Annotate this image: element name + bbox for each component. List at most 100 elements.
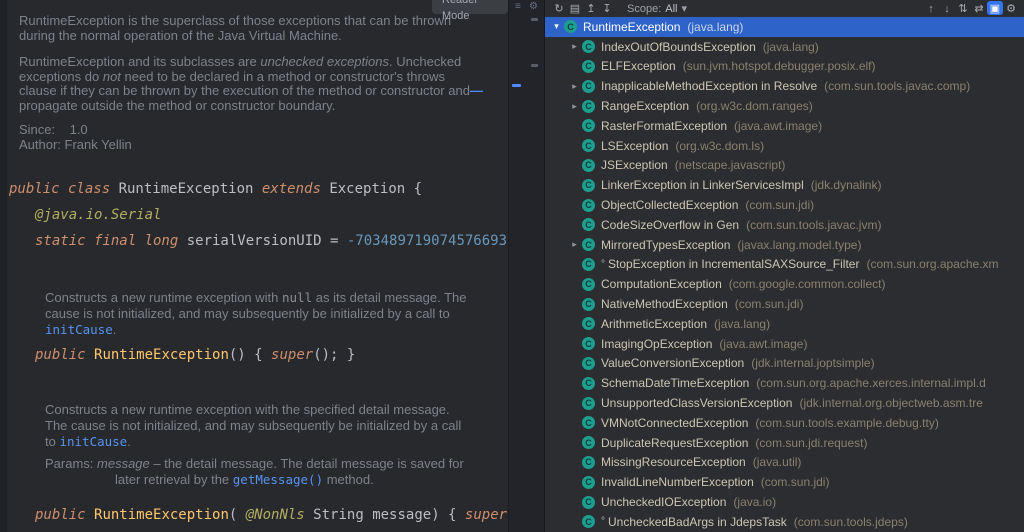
tree-row[interactable]: ▸CRangeException(org.w3c.dom.ranges) (545, 96, 1024, 116)
class-icon: C (582, 258, 595, 271)
tree-row[interactable]: ▸CInapplicableMethodException in Resolve… (545, 76, 1024, 96)
comment-line[interactable]: to initCause. (7, 434, 508, 450)
class-hierarchy-icon[interactable]: ▤ (567, 2, 583, 16)
code-line[interactable]: @java.io.Serial (7, 202, 508, 228)
code-line[interactable]: public class RuntimeException extends Ex… (7, 176, 508, 202)
settings-icon[interactable]: ⚙ (1003, 1, 1019, 15)
tree-row[interactable]: C°UncheckedBadArgs in JdepsTask(com.sun.… (545, 512, 1024, 532)
class-package: (com.sun.tools.javac.jvm) (746, 218, 881, 232)
tree-row[interactable]: CMissingResourceException(java.util) (545, 453, 1024, 473)
doc-link[interactable]: initCause (45, 322, 113, 337)
next-occurrence-icon[interactable]: ↓ (939, 2, 955, 16)
tree-row[interactable]: CVMNotConnectedException(com.sun.tools.e… (545, 413, 1024, 433)
class-icon: C (582, 238, 595, 251)
comment-line[interactable]: initCause. (7, 322, 508, 338)
code-segment: as its detail message. The (312, 290, 466, 305)
reader-mode-chip[interactable]: Reader Mode (432, 0, 508, 14)
code-line[interactable]: static final long serialVersionUID = -70… (7, 228, 508, 254)
chevron-right-icon[interactable]: ▸ (567, 101, 582, 112)
doc-line[interactable]: propagate outside the method or construc… (7, 99, 508, 114)
comment-line[interactable]: Constructs a new runtime exception with … (7, 402, 508, 418)
tree-row[interactable]: CUncheckedIOException(java.io) (545, 492, 1024, 512)
code-segment: null (282, 290, 312, 305)
class-icon: C (582, 496, 595, 509)
tree-row[interactable]: CInvalidLineNumberException(com.sun.jdi) (545, 472, 1024, 492)
code-line[interactable]: public RuntimeException() { super(); } (7, 342, 508, 368)
inspections-widget-icon[interactable]: ≡ (515, 1, 521, 12)
tree-row[interactable]: CRasterFormatException(java.awt.image) (545, 116, 1024, 136)
comment-line[interactable]: later retrieval by the getMessage() meth… (7, 472, 508, 488)
subtypes-hierarchy-icon[interactable]: ↧ (599, 2, 615, 16)
error-stripe[interactable]: ≡ ⚙ (508, 0, 545, 532)
editor-settings-gear-icon[interactable]: ⚙ (529, 1, 538, 12)
editor-content[interactable]: RuntimeException is the superclass of th… (7, 0, 508, 532)
class-name: VMNotConnectedException (601, 416, 748, 430)
tree-row[interactable]: CJSException(netscape.javascript) (545, 156, 1024, 176)
tree-row[interactable]: ▸CMirroredTypesException(javax.lang.mode… (545, 235, 1024, 255)
class-name: MissingResourceException (601, 455, 746, 469)
previous-occurrence-icon[interactable]: ↑ (923, 2, 939, 16)
doc-line[interactable]: Author: Frank Yellin (7, 138, 508, 153)
tree-row[interactable]: CDuplicateRequestException(com.sun.jdi.r… (545, 433, 1024, 453)
comment-line[interactable]: Constructs a new runtime exception with … (7, 290, 508, 306)
code-segment: method. (323, 472, 374, 487)
tree-row[interactable]: CUnsupportedClassVersionException(jdk.in… (545, 393, 1024, 413)
tree-row[interactable]: CLSException(org.w3c.dom.ls) (545, 136, 1024, 156)
code-segment: (); } (313, 347, 355, 363)
tree-row[interactable]: CNativeMethodException(com.sun.jdi) (545, 294, 1024, 314)
doc-line[interactable]: RuntimeException is the superclass of th… (7, 14, 508, 29)
export-icon[interactable]: ⇄ (971, 1, 987, 15)
comment-line[interactable]: cause is not initialized, and may subseq… (7, 306, 508, 322)
chevron-down-icon[interactable]: ▾ (549, 21, 564, 32)
class-package: (com.sun.tools.example.debug.tty) (755, 416, 938, 430)
doc-line[interactable]: exceptions do not need to be declared in… (7, 70, 508, 85)
refresh-icon[interactable]: ↻ (551, 2, 567, 16)
doc-line[interactable]: clause if they can be thrown by the exec… (7, 84, 508, 99)
scope-value[interactable]: All (665, 3, 677, 15)
chevron-right-icon[interactable]: ▸ (567, 81, 582, 92)
scope-selector[interactable]: Scope: All ▾ (627, 2, 687, 15)
code-segment: public class (9, 181, 119, 197)
class-package: (java.awt.image) (719, 337, 807, 351)
code-segment: super (465, 507, 507, 523)
doc-line[interactable]: RuntimeException and its subclasses are … (7, 55, 508, 70)
tree-row[interactable]: CImagingOpException(java.awt.image) (545, 334, 1024, 354)
tree-row[interactable]: C°StopException in IncrementalSAXSource_… (545, 255, 1024, 275)
tree-row[interactable]: CValueConversionException(jdk.internal.j… (545, 354, 1024, 374)
code-line[interactable]: public RuntimeException( @NonNls String … (7, 502, 508, 528)
tree-row[interactable]: CLinkerException in LinkerServicesImpl(j… (545, 175, 1024, 195)
tree-row[interactable]: ▾CRuntimeException(java.lang) (545, 17, 1024, 37)
comment-line[interactable]: Params: message – the detail message. Th… (7, 456, 508, 472)
tree-row[interactable]: CELFException(sun.jvm.hotspot.debugger.p… (545, 57, 1024, 77)
sort-alphabetically-icon[interactable]: ⇅ (955, 1, 971, 15)
chevron-right-icon[interactable]: ▸ (567, 41, 582, 52)
code-segment: @java.io.Serial (35, 207, 161, 223)
code-editor[interactable]: RuntimeException is the superclass of th… (0, 0, 508, 532)
tree-row[interactable]: ▸CIndexOutOfBoundsException(java.lang) (545, 37, 1024, 57)
tree-row[interactable]: CSchemaDateTimeException(com.sun.org.apa… (545, 373, 1024, 393)
class-name: CodeSizeOverflow in Gen (601, 218, 739, 232)
class-package: (java.lang) (687, 20, 743, 34)
class-icon: C (582, 377, 595, 390)
doc-line[interactable]: Since: 1.0 (7, 123, 508, 138)
doc-link[interactable]: initCause (59, 434, 127, 449)
code-segment: () { (229, 347, 271, 363)
class-name: ELFException (601, 59, 676, 73)
class-icon: C (582, 397, 595, 410)
supertypes-hierarchy-icon[interactable]: ↥ (583, 2, 599, 16)
chevron-right-icon[interactable]: ▸ (567, 239, 582, 250)
tree-row[interactable]: CObjectCollectedException(com.sun.jdi) (545, 195, 1024, 215)
tree-row[interactable]: CComputationException(com.google.common.… (545, 274, 1024, 294)
code-segment: not (103, 70, 121, 84)
comment-line[interactable]: The cause is not initialized, and may su… (7, 418, 508, 434)
class-name: UncheckedBadArgs in JdepsTask (608, 515, 787, 529)
tree-row[interactable]: CArithmeticException(java.lang) (545, 314, 1024, 334)
code-segment: static final long (35, 233, 187, 249)
class-icon: C (582, 179, 595, 192)
doc-line[interactable]: during the normal operation of the Java … (7, 29, 508, 44)
hierarchy-panel: ↻▤↥↧ Scope: All ▾ ↑↓⇅⇄▣⚙ ▾CRuntimeExcept… (544, 0, 1024, 532)
doc-link[interactable]: getMessage() (233, 472, 323, 487)
code-segment: during the normal operation of the Java … (19, 29, 342, 43)
scroll-from-source-icon[interactable]: ▣ (987, 1, 1003, 15)
tree-row[interactable]: CCodeSizeOverflow in Gen(com.sun.tools.j… (545, 215, 1024, 235)
